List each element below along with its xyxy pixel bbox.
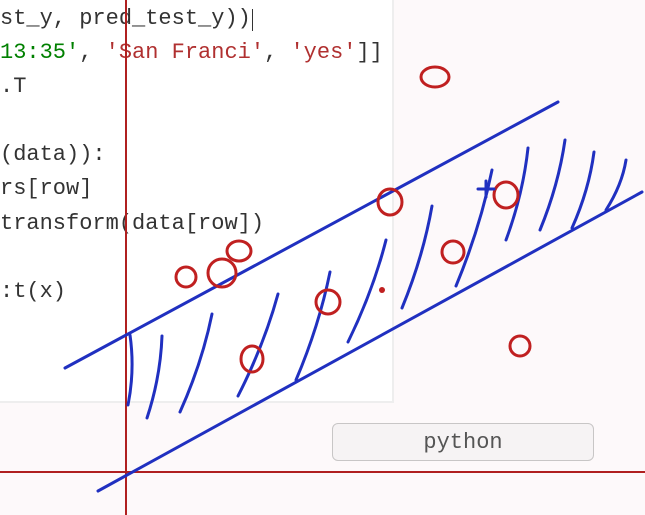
code-number: 13:35': [0, 40, 79, 65]
code-text: st_y, pre: [0, 6, 119, 31]
code-line-4: [0, 104, 645, 138]
data-point-circle: [241, 346, 263, 372]
code-line-8: [0, 241, 645, 275]
code-text: ,: [79, 40, 105, 65]
code-text: d_test_y)): [119, 6, 251, 31]
code-line-2: 13:35', 'San Franci', 'yes']]: [0, 36, 645, 70]
language-label-box: python: [332, 423, 594, 461]
code-text: transfor: [0, 211, 106, 236]
text-cursor-icon: [252, 9, 253, 31]
code-text: ]]: [356, 40, 382, 65]
code-text: :t(x): [0, 279, 66, 304]
x-axis-line: [0, 471, 645, 473]
hatch-stroke: [147, 336, 162, 418]
code-text: m(data[row]): [106, 211, 264, 236]
data-point-circle: [510, 336, 530, 356]
language-label-text: python: [423, 430, 502, 455]
code-text: ,: [264, 40, 290, 65]
code-string: 'San Franci': [106, 40, 264, 65]
code-text: .T: [0, 74, 26, 99]
y-axis-line: [125, 0, 127, 515]
code-line-1: st_y, pred_test_y)): [0, 2, 645, 36]
code-line-7: transform(data[row]): [0, 207, 645, 241]
code-line-6: rs[row]: [0, 172, 645, 206]
code-text: rs[row]: [0, 176, 92, 201]
code-string: 'yes': [290, 40, 356, 65]
code-editor[interactable]: st_y, pred_test_y)) 13:35', 'San Franci'…: [0, 0, 645, 311]
code-line-3: .T: [0, 70, 645, 104]
hatch-stroke: [180, 314, 212, 412]
hatch-stroke: [128, 335, 132, 405]
code-line-5: (data)):: [0, 138, 645, 172]
code-text: (data)):: [0, 142, 106, 167]
code-line-9: :t(x): [0, 275, 645, 309]
